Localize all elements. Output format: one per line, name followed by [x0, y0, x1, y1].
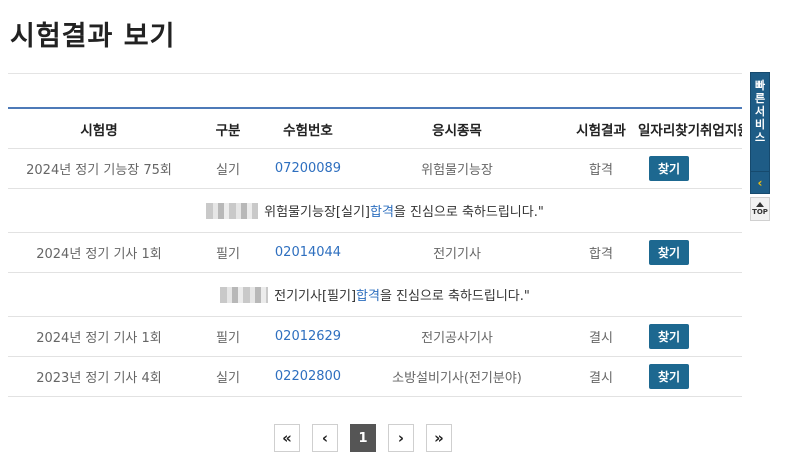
exam-subject: 전기공사기사 — [421, 331, 493, 346]
exam-number-link[interactable]: 02012629 — [275, 329, 341, 344]
exam-name: 2023년 정기 기사 4회 — [36, 371, 162, 386]
find-job-button[interactable]: 찾기 — [648, 156, 690, 181]
header-exam-name: 시험명 — [80, 122, 118, 139]
quick-label-char: 스 — [754, 131, 766, 144]
header-type: 구분 — [215, 122, 241, 139]
pagination: « ‹ 1 › » — [274, 424, 464, 452]
exam-result: 합격 — [589, 163, 613, 178]
quick-service-panel: 빠 른 서 비 스 ‹ TOP — [750, 72, 770, 221]
quick-label-char: 른 — [754, 92, 766, 105]
exam-result: 합격 — [589, 247, 613, 262]
blurred-name — [220, 286, 269, 303]
quick-label-char: 빠 — [754, 79, 766, 92]
exam-result: 결시 — [589, 371, 613, 386]
congratulation-message: 위험물기능장[실기] 합격 을 진심으로 축하드립니다." — [8, 189, 742, 233]
message-suffix: 을 진심으로 축하드립니다." — [379, 289, 530, 304]
header-employment: 취업지원 — [700, 122, 742, 139]
next-page-button[interactable]: › — [388, 424, 414, 452]
blurred-name — [206, 202, 259, 219]
page-title: 시험결과 보기 — [10, 21, 176, 52]
arrow-up-icon — [756, 202, 764, 207]
quick-service-tab[interactable]: 빠 른 서 비 스 — [750, 72, 770, 172]
exam-name: 2024년 정기 기사 1회 — [36, 331, 162, 346]
top-divider — [8, 73, 742, 74]
header-result: 시험결과 — [576, 122, 626, 139]
scroll-top-button[interactable]: TOP — [750, 197, 770, 221]
last-page-button[interactable]: » — [426, 424, 452, 452]
exam-subject: 전기기사 — [433, 247, 481, 262]
quick-label-char: 비 — [754, 118, 766, 131]
table-row: 2024년 정기 기능장 75회 실기 07200089 위험물기능장 합격 찾… — [8, 149, 742, 189]
exam-subject: 위험물기능장 — [421, 163, 493, 178]
exam-type: 필기 — [216, 247, 240, 262]
exam-result: 결시 — [589, 331, 613, 346]
find-job-button[interactable]: 찾기 — [648, 240, 690, 265]
exam-name: 2024년 정기 기사 1회 — [36, 247, 162, 262]
exam-type: 필기 — [216, 331, 240, 346]
congratulation-message: 전기기사[필기] 합격 을 진심으로 축하드립니다." — [8, 273, 742, 317]
message-pass-word: 합격 — [369, 205, 394, 220]
message-subject: 위험물기능장[실기] — [264, 205, 370, 220]
message-subject: 전기기사[필기] — [274, 289, 357, 304]
find-job-button[interactable]: 찾기 — [648, 364, 690, 389]
exam-name: 2024년 정기 기능장 75회 — [26, 163, 172, 178]
message-pass-word: 합격 — [356, 289, 380, 304]
prev-page-button[interactable]: ‹ — [312, 424, 338, 452]
page-1-button[interactable]: 1 — [350, 424, 376, 452]
table-row: 2024년 정기 기사 1회 필기 02014044 전기기사 합격 찾기 — [8, 233, 742, 273]
exam-type: 실기 — [216, 163, 240, 178]
exam-subject: 소방설비기사(전기분야) — [392, 371, 522, 386]
exam-type: 실기 — [216, 371, 240, 386]
exam-results-table: 시험명 구분 수험번호 응시종목 시험결과 일자리찾기 취업지원 2024년 정… — [8, 107, 742, 397]
quick-label-char: 서 — [754, 105, 766, 118]
top-label: TOP — [752, 208, 768, 216]
table-header: 시험명 구분 수험번호 응시종목 시험결과 일자리찾기 취업지원 — [8, 109, 742, 149]
chevron-left-icon[interactable]: ‹ — [750, 172, 770, 194]
find-job-button[interactable]: 찾기 — [648, 324, 690, 349]
exam-number-link[interactable]: 02202800 — [275, 369, 341, 384]
table-row: 2023년 정기 기사 4회 실기 02202800 소방설비기사(전기분야) … — [8, 357, 742, 397]
header-exam-number: 수험번호 — [283, 122, 333, 139]
first-page-button[interactable]: « — [274, 424, 300, 452]
message-suffix: 을 진심으로 축하드립니다." — [393, 205, 544, 220]
header-job-search: 일자리찾기 — [638, 122, 700, 139]
table-row: 2024년 정기 기사 1회 필기 02012629 전기공사기사 결시 찾기 — [8, 317, 742, 357]
header-subject: 응시종목 — [432, 122, 482, 139]
exam-number-link[interactable]: 07200089 — [275, 161, 341, 176]
exam-number-link[interactable]: 02014044 — [275, 245, 341, 260]
